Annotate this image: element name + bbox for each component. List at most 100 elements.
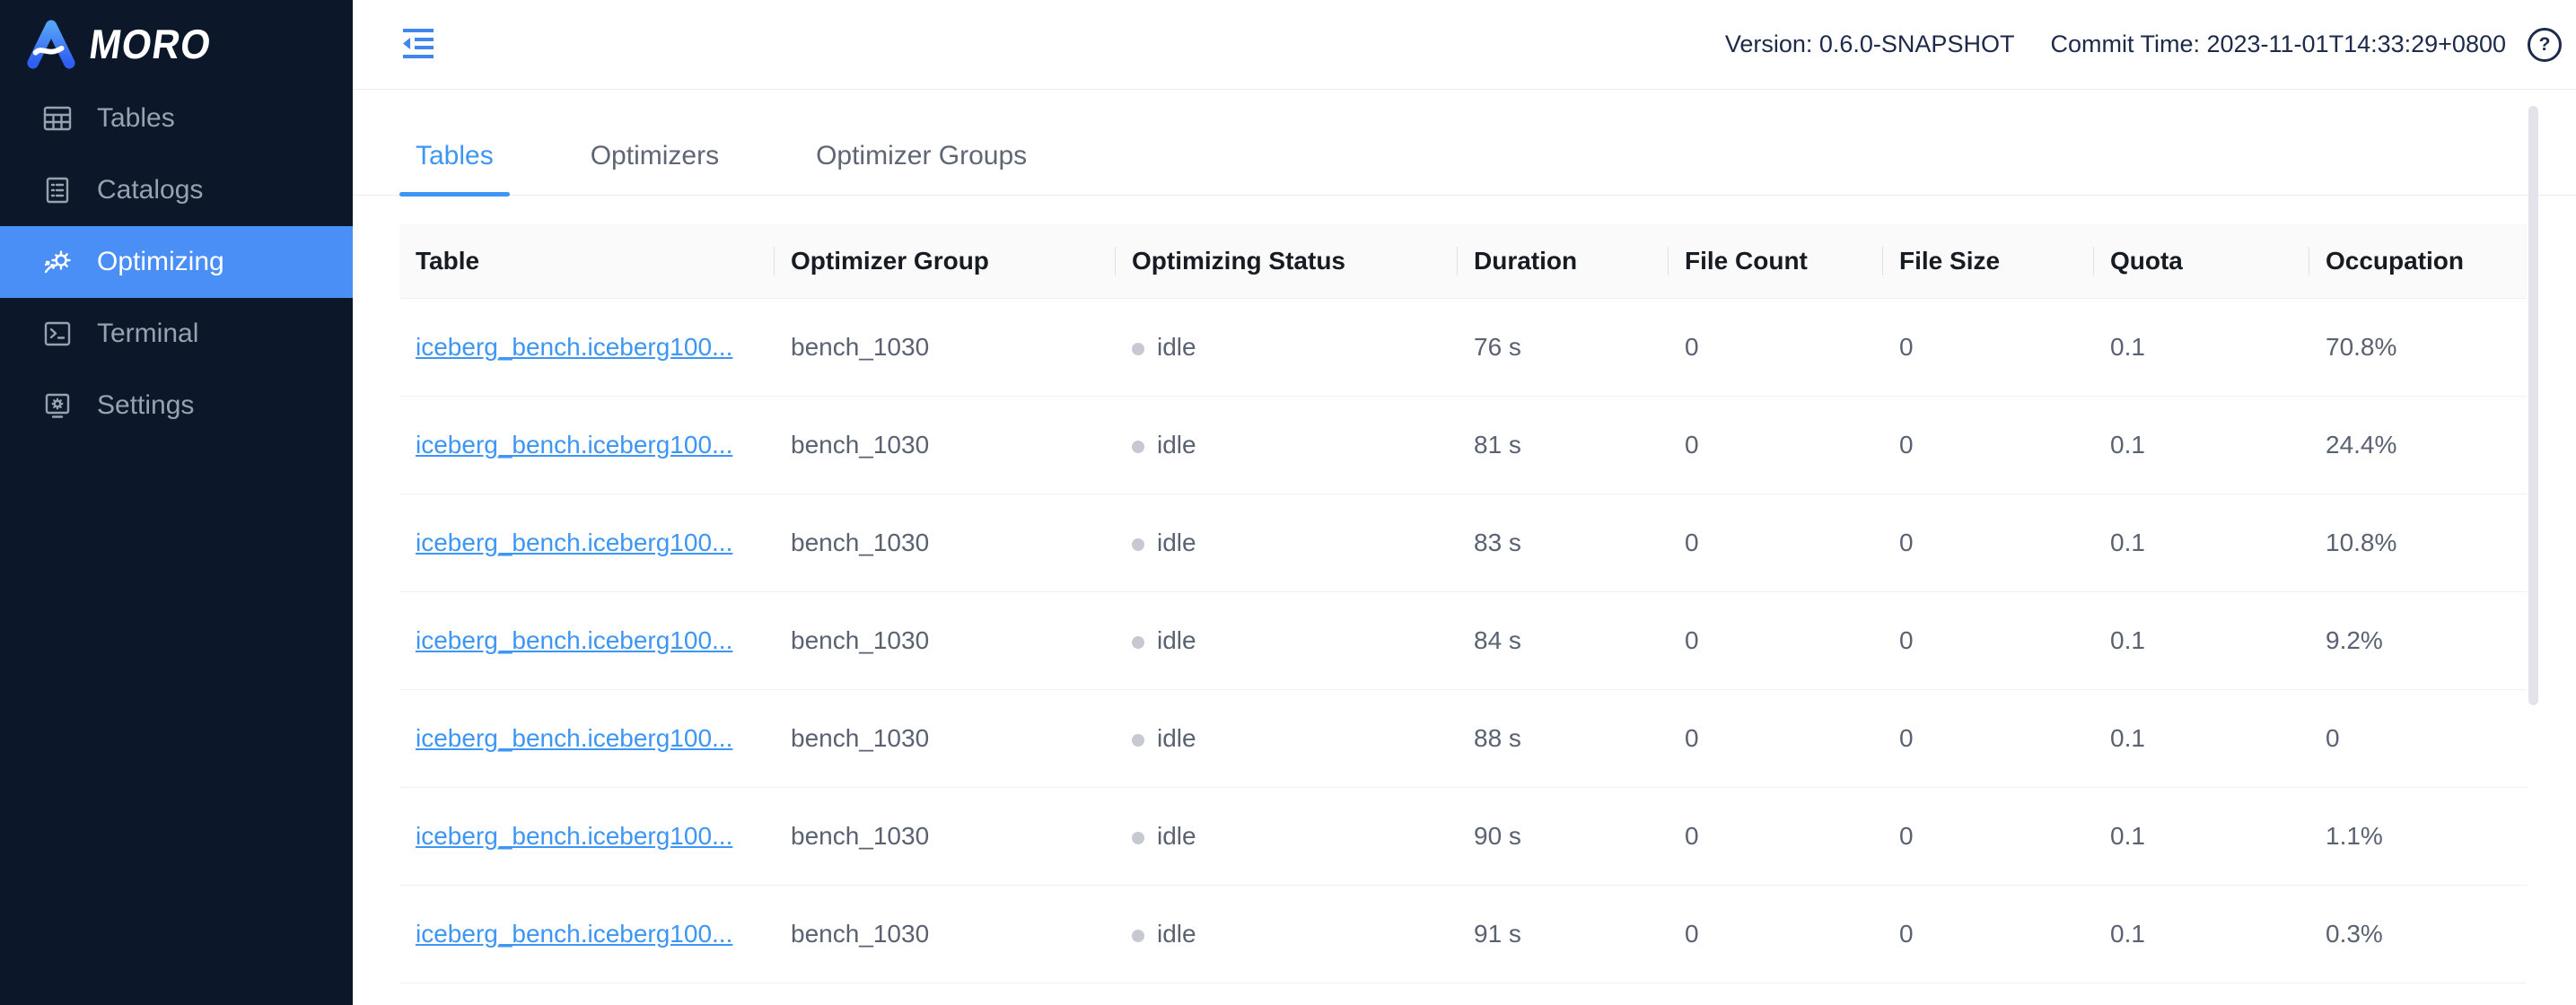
table-link[interactable]: iceberg_bench.iceberg100... [416, 529, 732, 556]
cell-file_count: 0 [1685, 626, 1699, 654]
status-dot-icon [1132, 635, 1144, 649]
column-header-quota: Quota [2094, 247, 2309, 275]
tab-optimizers[interactable]: Optimizers [574, 117, 735, 195]
cell-optimizing_status: idle [1116, 822, 1458, 851]
version-label: Version: 0.6.0-SNAPSHOT [1724, 31, 2015, 57]
cell-file_size: 0 [1899, 626, 1914, 654]
status-label: idle [1157, 822, 1196, 850]
tab-tables[interactable]: Tables [399, 117, 510, 197]
amoro-app: MORO Tables Catalogs Optimizing Terminal… [0, 0, 2576, 1005]
cell-duration: 90 s [1474, 822, 1521, 850]
cell-file_count: 0 [1685, 920, 1699, 948]
cell-optimizer_group: bench_1030 [791, 724, 930, 752]
cell-file_count: 0 [1685, 333, 1699, 361]
cell-quota: 0.1 [2110, 431, 2145, 459]
cell-duration: 91 s [1474, 920, 1521, 948]
cell-file_size: 0 [1899, 724, 1914, 752]
tab-label: Tables [416, 140, 494, 170]
tab-label: Optimizers [590, 140, 720, 170]
cell-occupation: 1.1% [2326, 822, 2383, 850]
cell-optimizer_group: bench_1030 [791, 529, 930, 556]
cell-file_count: 0 [1685, 529, 1699, 556]
cell-duration: 81 s [1474, 431, 1521, 459]
status-label: idle [1157, 431, 1196, 459]
cell-quota: 0.1 [2110, 626, 2145, 654]
sidebar-item-label: Optimizing [97, 247, 224, 276]
optimizing-tables-table: Table Optimizer Group Optimizing Status Dur… [399, 224, 2527, 983]
cell-quota: 0.1 [2110, 822, 2145, 850]
sidebar-item-settings[interactable]: Settings [0, 370, 353, 441]
cell-duration: 84 s [1474, 626, 1521, 654]
cell-occupation: 24.4% [2326, 431, 2397, 459]
status-dot-icon [1132, 733, 1144, 747]
status-dot-icon [1132, 342, 1144, 355]
table-row: iceberg_bench.iceberg100... bench_1030 idl… [399, 299, 2527, 397]
cell-quota: 0.1 [2110, 333, 2145, 361]
sidebar-item-optimizing[interactable]: Optimizing [0, 226, 353, 298]
cell-occupation: 9.2% [2326, 626, 2383, 654]
sidebar-item-catalogs[interactable]: Catalogs [0, 154, 353, 226]
cell-optimizer_group: bench_1030 [791, 431, 930, 459]
status-dot-icon [1132, 929, 1144, 942]
amoro-logo[interactable]: MORO [0, 0, 353, 72]
table-link[interactable]: iceberg_bench.iceberg100... [416, 920, 732, 948]
commit-time-label: Commit Time: 2023-11-01T14:33:29+0800 [2050, 31, 2506, 57]
cell-table: iceberg_bench.iceberg100... [399, 431, 775, 459]
cell-file_size: 0 [1899, 431, 1914, 459]
table-link[interactable]: iceberg_bench.iceberg100... [416, 724, 732, 752]
cell-quota: 0.1 [2110, 920, 2145, 948]
sidebar: MORO Tables Catalogs Optimizing Terminal… [0, 0, 353, 1005]
cell-table: iceberg_bench.iceberg100... [399, 822, 775, 851]
cell-optimizer_group: bench_1030 [791, 333, 930, 361]
status-label: idle [1157, 626, 1196, 654]
help-icon[interactable]: ? [2528, 27, 2562, 62]
tab-optimizer-groups[interactable]: Optimizer Groups [800, 117, 1043, 195]
cell-file_size: 0 [1899, 529, 1914, 556]
tab-bar: Tables Optimizers Optimizer Groups [353, 117, 2576, 197]
vertical-scrollbar-thumb[interactable] [2528, 106, 2538, 705]
sidebar-item-terminal[interactable]: Terminal [0, 298, 353, 370]
cell-file_size: 0 [1899, 822, 1914, 850]
status-label: idle [1157, 724, 1196, 752]
status-dot-icon [1132, 537, 1144, 551]
column-header-occupation: Occupation [2326, 247, 2465, 275]
column-header-optimizing_status: Optimizing Status [1116, 247, 1458, 275]
table-row: iceberg_bench.iceberg100... bench_1030 idl… [399, 788, 2527, 886]
topbar-right: Version: 0.6.0-SNAPSHOT Commit Time: 202… [1724, 27, 2562, 62]
sidebar-collapse-button[interactable] [399, 24, 437, 65]
cell-occupation: 0.3% [2326, 920, 2383, 948]
cell-duration: 76 s [1474, 333, 1521, 361]
status-label: idle [1157, 333, 1196, 361]
cell-file_size: 0 [1899, 920, 1914, 948]
logo-text: MORO [86, 21, 215, 67]
cell-optimizing_status: idle [1116, 431, 1458, 459]
cell-optimizing_status: idle [1116, 724, 1458, 753]
sidebar-item-tables[interactable]: Tables [0, 83, 353, 154]
table-header-row: Table Optimizer Group Optimizing Status Dur… [399, 224, 2527, 299]
cell-optimizing_status: idle [1116, 626, 1458, 655]
table-link[interactable]: iceberg_bench.iceberg100... [416, 431, 732, 459]
cell-optimizer_group: bench_1030 [791, 822, 930, 850]
cell-duration: 83 s [1474, 529, 1521, 556]
cell-occupation: 70.8% [2326, 333, 2397, 361]
optimizing-icon [41, 246, 74, 278]
status-label: idle [1157, 529, 1196, 556]
column-header-file_size: File Size [1883, 247, 2094, 275]
column-header-file_count: File Count [1669, 247, 1883, 275]
cell-file_count: 0 [1685, 431, 1699, 459]
catalogs-icon [41, 174, 74, 206]
table-link[interactable]: iceberg_bench.iceberg100... [416, 333, 732, 361]
column-header-table: Table [399, 247, 775, 275]
status-label: idle [1157, 920, 1196, 948]
cell-file_size: 0 [1899, 333, 1914, 361]
cell-table: iceberg_bench.iceberg100... [399, 626, 775, 655]
table-link[interactable]: iceberg_bench.iceberg100... [416, 822, 732, 850]
cell-file_count: 0 [1685, 724, 1699, 752]
table-link[interactable]: iceberg_bench.iceberg100... [416, 626, 732, 654]
terminal-icon [41, 318, 74, 350]
cell-table: iceberg_bench.iceberg100... [399, 529, 775, 557]
cell-occupation: 0 [2326, 724, 2340, 752]
table-row: iceberg_bench.iceberg100... bench_1030 idl… [399, 592, 2527, 690]
sidebar-item-label: Tables [97, 103, 175, 133]
tab-label: Optimizer Groups [816, 140, 1028, 170]
